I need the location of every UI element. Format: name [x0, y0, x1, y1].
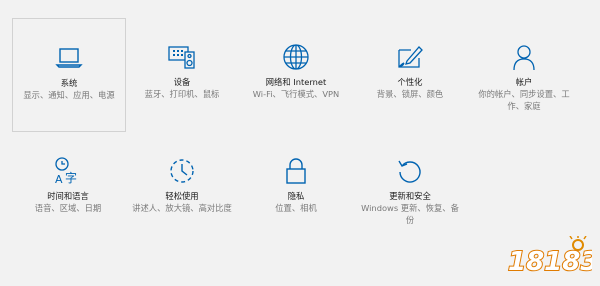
lock-icon: [281, 156, 311, 186]
tile-network-title: 网络和 Internet: [265, 77, 327, 87]
settings-home: { "tiles": [ {"title": "系统", "desc": "显示…: [0, 0, 600, 286]
tile-system-title: 系统: [60, 78, 78, 88]
tile-ease-of-access-desc: 讲述人、放大镜、高对比度: [132, 203, 232, 213]
tile-devices[interactable]: 设备 蓝牙、打印机、鼠标: [126, 18, 238, 132]
tile-accounts-desc: 你的帐户、同步设置、工作、家庭: [478, 89, 570, 111]
tile-update-security-title: 更新和安全: [389, 191, 431, 201]
tile-system[interactable]: 系统 显示、通知、应用、电源: [12, 18, 126, 132]
person-icon: [509, 42, 539, 72]
tile-ease-of-access[interactable]: 轻松使用 讲述人、放大镜、高对比度: [126, 132, 238, 246]
devices-icon: [167, 42, 197, 72]
18183-logo-text: 18183: [508, 247, 592, 276]
update-icon: [395, 156, 425, 186]
personalization-icon: [395, 42, 425, 72]
tile-devices-title: 设备: [173, 77, 191, 87]
tile-devices-desc: 蓝牙、打印机、鼠标: [144, 89, 220, 99]
globe-icon: [281, 42, 311, 72]
svg-text:A: A: [55, 173, 63, 186]
tile-time-language-title: 时间和语言: [47, 191, 89, 201]
tile-privacy[interactable]: 隐私 位置、相机: [240, 132, 352, 246]
tile-system-desc: 显示、通知、应用、电源: [23, 90, 115, 100]
monitor-icon: [54, 43, 84, 73]
tile-network[interactable]: 网络和 Internet Wi-Fi、飞行模式、VPN: [240, 18, 352, 132]
tile-update-security[interactable]: 更新和安全 Windows 更新、恢复、备份: [354, 132, 466, 246]
tile-accounts[interactable]: 帐户 你的帐户、同步设置、工作、家庭: [468, 18, 580, 132]
tile-network-desc: Wi-Fi、飞行模式、VPN: [252, 89, 340, 99]
tile-time-language-desc: 语音、区域、日期: [34, 203, 102, 213]
tile-privacy-desc: 位置、相机: [275, 203, 317, 213]
tile-personalization-desc: 背景、锁屏、颜色: [376, 89, 444, 99]
18183-logo: 18183: [506, 235, 599, 278]
tile-personalization[interactable]: 个性化 背景、锁屏、颜色: [354, 18, 466, 132]
tile-personalization-title: 个性化: [397, 77, 423, 87]
time-language-icon: A 字: [53, 156, 83, 186]
tile-time-language[interactable]: A 字 时间和语言 语音、区域、日期: [12, 132, 124, 246]
tile-accounts-title: 帐户: [515, 77, 533, 87]
tile-update-security-desc: Windows 更新、恢复、备份: [361, 203, 459, 225]
tile-ease-of-access-title: 轻松使用: [165, 191, 199, 201]
svg-text:字: 字: [65, 170, 77, 185]
tile-privacy-title: 隐私: [287, 191, 305, 201]
ease-of-access-icon: [167, 156, 197, 186]
